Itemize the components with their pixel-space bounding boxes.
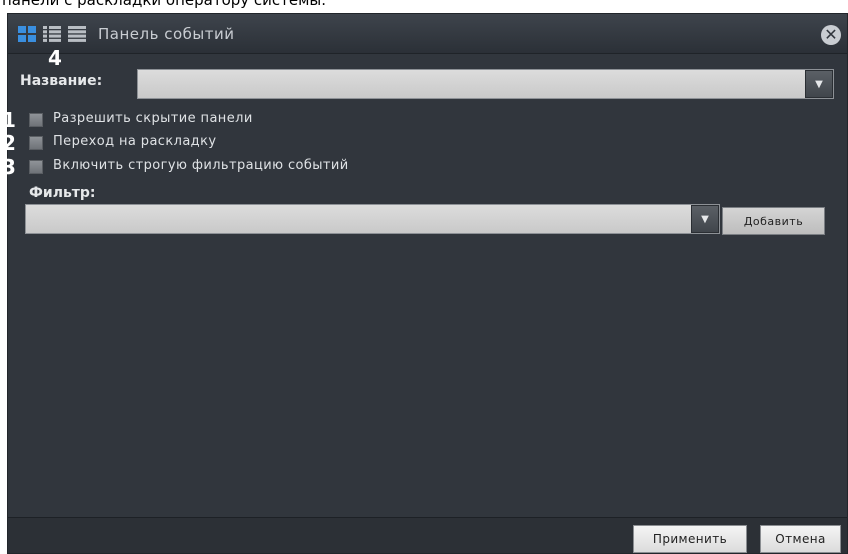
grid-view-icon[interactable]: [18, 26, 36, 42]
marker-4: 4: [48, 46, 62, 70]
footer-bar: Применить Отмена: [8, 517, 847, 553]
window-title: Панель событий: [98, 25, 235, 43]
title-bar: Панель событий ✕: [8, 14, 847, 54]
name-label: Название:: [20, 73, 103, 89]
marker-3: 3: [2, 155, 16, 179]
go-to-layout-label: Переход на раскладку: [53, 134, 217, 149]
marker-1: 1: [2, 108, 16, 132]
name-dropdown-button[interactable]: ▼: [805, 70, 833, 98]
close-button[interactable]: ✕: [821, 25, 841, 45]
cancel-button[interactable]: Отмена: [760, 525, 841, 553]
detail-list-view-icon[interactable]: [43, 26, 61, 42]
filter-label: Фильтр:: [29, 185, 96, 201]
doc-caption: панели с раскладки оператору системы.: [2, 0, 327, 9]
go-to-layout-checkbox[interactable]: [29, 136, 43, 150]
add-filter-button[interactable]: Добавить: [722, 207, 825, 235]
allow-hide-checkbox[interactable]: [29, 113, 43, 127]
strict-filtering-label: Включить строгую фильтрацию событий: [53, 158, 349, 173]
filter-combo[interactable]: ▼: [25, 204, 720, 234]
strict-filtering-checkbox[interactable]: [29, 160, 43, 174]
filter-dropdown-button[interactable]: ▼: [691, 205, 719, 233]
list-view-icon[interactable]: [68, 26, 86, 42]
allow-hide-label: Разрешить скрытие панели: [53, 111, 253, 126]
name-combo[interactable]: ▼: [137, 69, 834, 99]
marker-2: 2: [2, 131, 16, 155]
event-panel-dialog: Панель событий ✕ 4 Название: ▼ 1 Разреши…: [2, 13, 848, 554]
apply-button[interactable]: Применить: [633, 525, 747, 553]
